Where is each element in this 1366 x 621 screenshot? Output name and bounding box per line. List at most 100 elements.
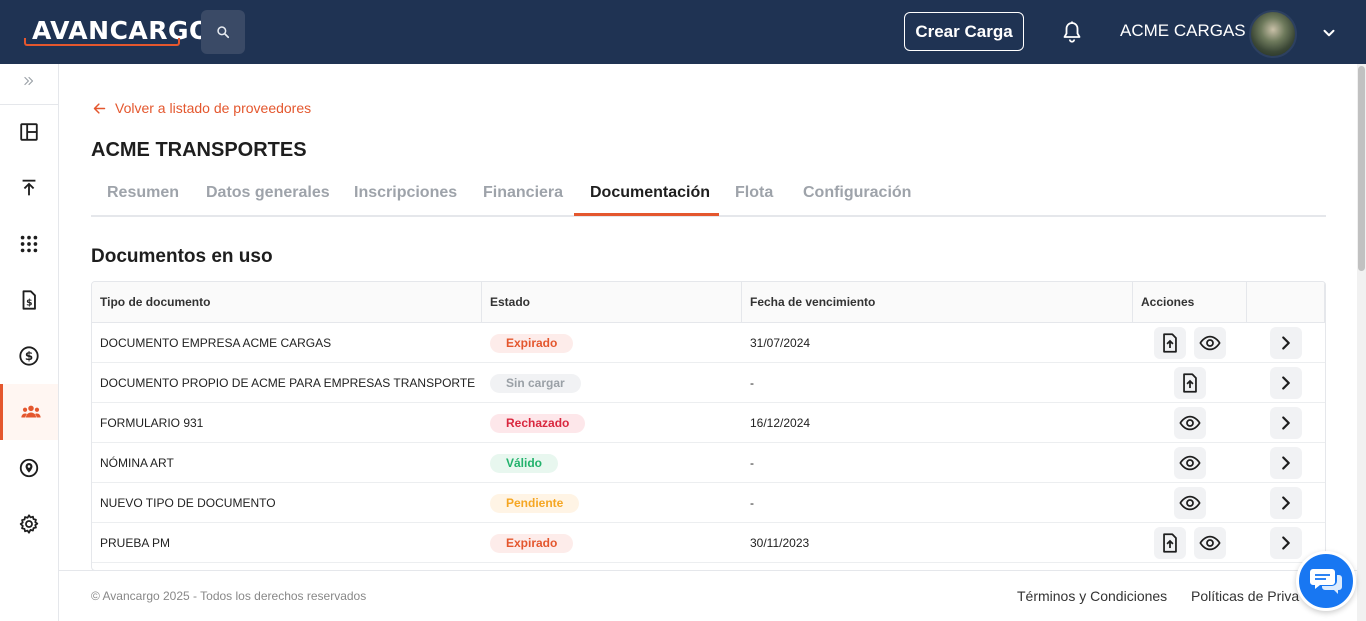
expiry-date: -	[750, 496, 754, 510]
tab-configuracion[interactable]: Configuración	[803, 184, 911, 202]
upload-button[interactable]	[1154, 327, 1186, 359]
view-button[interactable]	[1174, 407, 1206, 439]
status-badge: Expirado	[490, 534, 574, 553]
sidebar-item-providers[interactable]	[0, 384, 58, 440]
users-icon	[20, 405, 41, 418]
sidebar-item-tracking[interactable]	[0, 440, 58, 496]
table-row[interactable]: NUEVO TIPO DE DOCUMENTO Pendiente -	[92, 483, 1325, 523]
chevron-down-icon	[1323, 29, 1335, 37]
eye-icon	[1179, 455, 1201, 471]
footer: © Avancargo 2025 - Todos los derechos re…	[59, 570, 1357, 621]
sidebar-item-payments[interactable]: $	[0, 328, 58, 384]
page-scrollbar[interactable]	[1357, 64, 1366, 621]
upload-button[interactable]	[1174, 367, 1206, 399]
notifications-button[interactable]	[1060, 20, 1084, 44]
row-detail-button[interactable]	[1270, 447, 1302, 479]
expiry-date: 30/11/2023	[750, 536, 810, 550]
expand-sidebar-button[interactable]	[19, 74, 39, 94]
eye-icon	[1199, 335, 1221, 351]
eye-icon	[1179, 495, 1201, 511]
tab-financiera[interactable]: Financiera	[483, 184, 563, 202]
expiry-date: -	[750, 456, 754, 470]
scrollbar-thumb[interactable]	[1358, 66, 1365, 271]
eye-icon	[1179, 415, 1201, 431]
status-badge: Expirado	[490, 334, 574, 353]
column-header-estado[interactable]: Estado	[482, 282, 742, 323]
section-title: Documentos en uso	[91, 246, 273, 267]
status-badge: Rechazado	[490, 414, 586, 433]
document-type: PRUEBA PM	[100, 536, 171, 550]
page-title: ACME TRANSPORTES	[91, 139, 307, 161]
row-detail-button[interactable]	[1270, 327, 1302, 359]
arrow-left-icon	[93, 102, 106, 114]
status-badge: Sin cargar	[490, 374, 581, 393]
back-to-providers-link[interactable]: Volver a listado de proveedores	[92, 100, 311, 116]
column-header-fecha[interactable]: Fecha de vencimiento	[742, 282, 1133, 323]
tabs: Resumen Datos generales Inscripciones Fi…	[91, 176, 1326, 217]
terms-link[interactable]: Términos y Condiciones	[1017, 588, 1167, 604]
logo-underline	[24, 38, 180, 46]
top-bar: AVANCARGO Crear Carga ACME CARGAS	[0, 0, 1366, 64]
eye-icon	[1199, 535, 1221, 551]
table-row[interactable]: DOCUMENTO EMPRESA ACME CARGAS Expirado 3…	[92, 323, 1325, 363]
row-detail-button[interactable]	[1270, 527, 1302, 559]
view-button[interactable]	[1174, 447, 1206, 479]
file-upload-icon	[1163, 533, 1177, 553]
settings-icon	[19, 514, 39, 534]
tab-inscripciones[interactable]: Inscripciones	[354, 184, 457, 202]
sidebar: $ $	[0, 64, 59, 552]
status-badge: Válido	[490, 454, 559, 473]
avatar[interactable]	[1249, 10, 1297, 58]
row-detail-button[interactable]	[1270, 407, 1302, 439]
view-button[interactable]	[1174, 487, 1206, 519]
chevron-right-icon	[1282, 536, 1290, 550]
upload-icon	[22, 179, 36, 196]
row-detail-button[interactable]	[1270, 367, 1302, 399]
expiry-date: 16/12/2024	[750, 416, 811, 430]
table-row[interactable]: PRUEBA PM Expirado 30/11/2023	[92, 523, 1325, 563]
sidebar-item-apps[interactable]	[0, 216, 58, 272]
create-load-button[interactable]: Crear Carga	[904, 12, 1024, 51]
svg-text:$: $	[25, 349, 33, 363]
file-upload-icon	[1163, 333, 1177, 353]
tab-documentacion[interactable]: Documentación	[590, 184, 710, 202]
chat-button[interactable]	[1296, 551, 1356, 611]
location-icon	[19, 458, 39, 478]
tab-datos-generales[interactable]: Datos generales	[206, 184, 330, 202]
table-row[interactable]: NÓMINA ART Válido -	[92, 443, 1325, 483]
sidebar-item-settings[interactable]	[0, 496, 58, 552]
expiry-date: 31/07/2024	[750, 336, 811, 350]
active-tab-indicator	[574, 213, 719, 216]
privacy-link[interactable]: Políticas de Priva	[1191, 588, 1299, 604]
chat-bubble-icon	[1310, 569, 1342, 594]
bell-icon	[1063, 21, 1081, 43]
document-type: FORMULARIO 931	[100, 416, 204, 430]
view-button[interactable]	[1194, 527, 1226, 559]
logo[interactable]: AVANCARGO	[24, 14, 210, 46]
sidebar-bottom	[0, 552, 59, 621]
svg-text:$: $	[26, 298, 32, 309]
double-chevron-right-icon	[24, 76, 34, 86]
document-type: NUEVO TIPO DE DOCUMENTO	[100, 496, 276, 510]
table-row[interactable]: DOCUMENTO PROPIO DE ACME PARA EMPRESAS T…	[92, 363, 1325, 403]
dollar-icon: $	[19, 346, 39, 366]
user-menu-toggle[interactable]	[1320, 24, 1338, 42]
tab-flota[interactable]: Flota	[735, 184, 773, 202]
chevron-right-icon	[1282, 496, 1290, 510]
view-button[interactable]	[1194, 327, 1226, 359]
tab-resumen[interactable]: Resumen	[107, 184, 179, 202]
chevron-right-icon	[1282, 336, 1290, 350]
search-button[interactable]	[201, 10, 245, 54]
sidebar-item-upload[interactable]	[0, 160, 58, 216]
column-header-tipo[interactable]: Tipo de documento	[92, 282, 482, 323]
sidebar-item-dashboard[interactable]	[0, 104, 58, 160]
table-row[interactable]: FORMULARIO 931 Rechazado 16/12/2024	[92, 403, 1325, 443]
upload-button[interactable]	[1154, 527, 1186, 559]
back-link-label: Volver a listado de proveedores	[115, 100, 312, 116]
chevron-right-icon	[1282, 456, 1290, 470]
document-type: DOCUMENTO EMPRESA ACME CARGAS	[100, 336, 332, 350]
chevron-right-icon	[1282, 376, 1290, 390]
sidebar-item-invoices[interactable]: $	[0, 272, 58, 328]
row-detail-button[interactable]	[1270, 487, 1302, 519]
copyright-text: © Avancargo 2025 - Todos los derechos re…	[91, 589, 367, 603]
